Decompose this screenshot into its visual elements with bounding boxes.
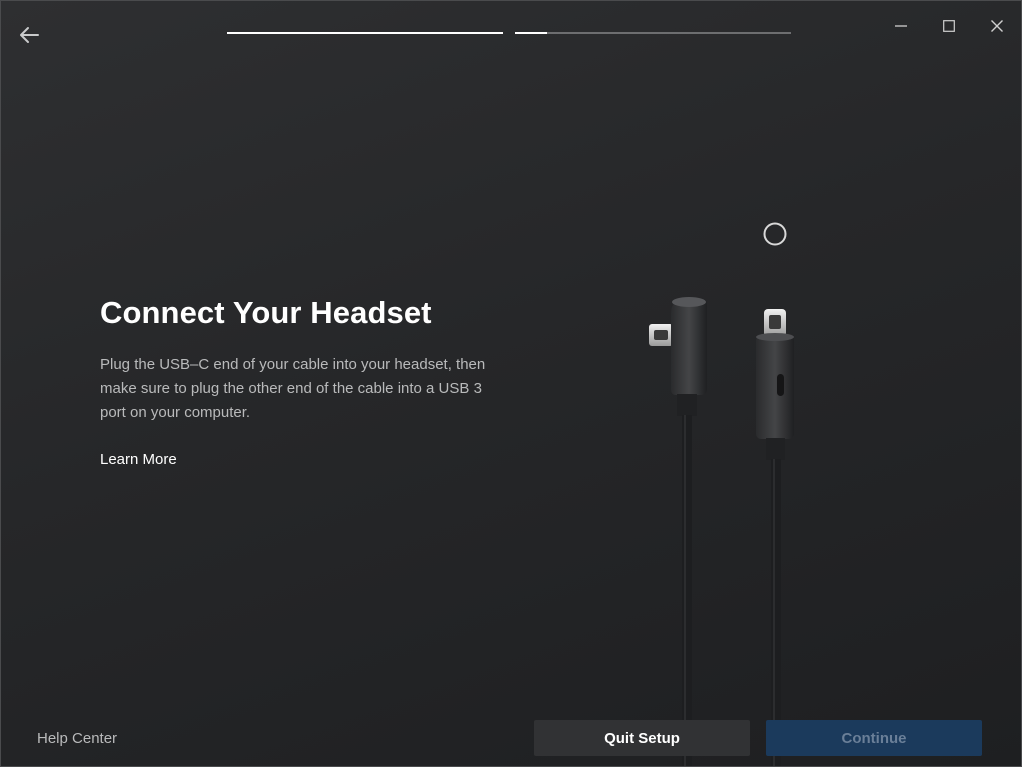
window-controls	[877, 11, 1021, 41]
progress-fill	[227, 32, 503, 34]
help-center-link[interactable]: Help Center	[37, 730, 117, 747]
minimize-button[interactable]	[877, 11, 925, 41]
page-title: Connect Your Headset	[100, 295, 432, 330]
back-button[interactable]	[15, 21, 43, 49]
maximize-icon	[943, 20, 955, 32]
learn-more-link[interactable]: Learn More	[100, 451, 177, 468]
setup-progress	[227, 32, 791, 34]
close-icon	[991, 20, 1003, 32]
close-button[interactable]	[973, 11, 1021, 41]
page-description: Plug the USB–C end of your cable into yo…	[100, 356, 486, 421]
progress-step-2	[515, 32, 791, 34]
progress-step-1	[227, 32, 503, 34]
setup-window: Connect Your Headset Plug the USB–C end …	[0, 0, 1022, 767]
minimize-icon	[895, 25, 907, 27]
loading-ring-icon	[763, 222, 787, 246]
progress-fill	[515, 32, 547, 34]
quit-setup-button[interactable]: Quit Setup	[534, 720, 750, 756]
continue-button[interactable]: Continue	[766, 720, 982, 756]
usb-c-cable-illustration	[649, 222, 794, 766]
arrow-left-icon	[20, 27, 39, 43]
maximize-button[interactable]	[925, 11, 973, 41]
content-panel: Connect Your Headset Plug the USB–C end …	[100, 295, 500, 469]
